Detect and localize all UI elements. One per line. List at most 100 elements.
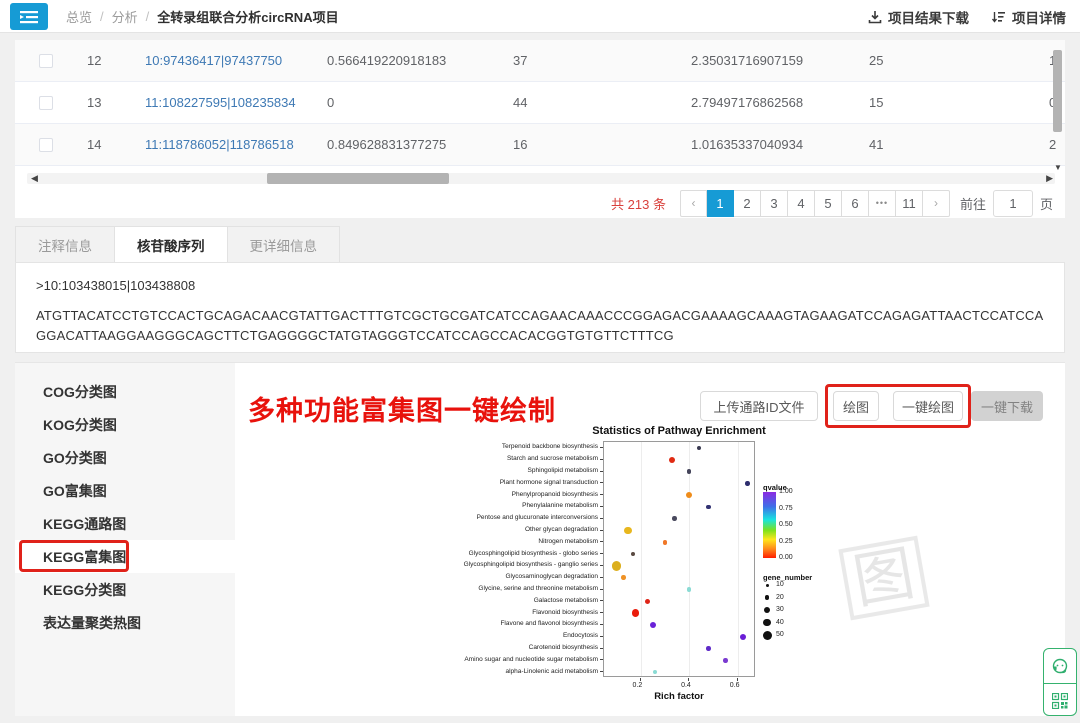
project-results-download-button[interactable]: 项目结果下载 bbox=[868, 7, 969, 27]
y-axis-label: Glycosaminoglycan degradation bbox=[430, 573, 598, 580]
y-axis-tick bbox=[600, 612, 603, 613]
horizontal-scrollbar[interactable]: ◀ ▶ bbox=[27, 173, 1055, 184]
prev-page-button[interactable]: ‹ bbox=[680, 190, 707, 217]
app-screen: 总览 / 分析 / 全转录组联合分析circRNA项目 项目结果下载 bbox=[0, 0, 1080, 723]
sidebar-item-label: COG分类图 bbox=[43, 382, 117, 402]
x-tick-label: 0.6 bbox=[730, 682, 740, 689]
gene-number-legend-label: 10 bbox=[776, 581, 784, 588]
fasta-sequence: ATGTTACATCCTGTCCACTGCAGACAACGTATTGACTTTG… bbox=[36, 306, 1044, 346]
y-axis-label: Nitrogen metabolism bbox=[430, 538, 598, 545]
value-cell: 2.79497176862568 bbox=[681, 95, 859, 110]
data-point bbox=[706, 505, 711, 510]
count-cell: 44 bbox=[503, 95, 681, 110]
data-point bbox=[687, 587, 692, 592]
position-cell: 11:118786052|118786518 bbox=[135, 137, 317, 152]
data-point bbox=[723, 658, 728, 663]
breadcrumb-analysis[interactable]: 分析 bbox=[112, 7, 138, 26]
vertical-scrollbar[interactable]: ▼ bbox=[1053, 44, 1062, 166]
position-link[interactable]: 11:108227595|108235834 bbox=[145, 95, 296, 110]
page-button[interactable]: 11 bbox=[896, 190, 923, 217]
headset-icon bbox=[1051, 657, 1069, 675]
position-link[interactable]: 10:97436417|97437750 bbox=[145, 53, 282, 68]
pagination-pages: ‹123456•••11› bbox=[680, 190, 950, 217]
next-page-button[interactable]: › bbox=[923, 190, 950, 217]
qr-code-button[interactable] bbox=[1044, 683, 1076, 716]
scroll-down-arrow[interactable]: ▼ bbox=[1054, 163, 1062, 172]
count-cell: 41 bbox=[859, 137, 1045, 152]
breadcrumb-overview[interactable]: 总览 bbox=[66, 7, 92, 26]
page-button[interactable]: 5 bbox=[815, 190, 842, 217]
qvalue-tick-label: 1.00 bbox=[779, 488, 793, 495]
scroll-right-arrow[interactable]: ▶ bbox=[1046, 173, 1053, 184]
tab-inactive[interactable]: 更详细信息 bbox=[228, 226, 341, 263]
row-checkbox-cell bbox=[15, 96, 77, 110]
collapse-menu-button[interactable] bbox=[10, 3, 48, 30]
data-point bbox=[632, 609, 640, 617]
page-unit-label: 页 bbox=[1040, 194, 1053, 213]
row-checkbox[interactable] bbox=[39, 138, 53, 152]
vertical-scrollbar-thumb[interactable] bbox=[1053, 50, 1062, 132]
horizontal-scrollbar-thumb[interactable] bbox=[267, 173, 449, 184]
sidebar-item[interactable]: GO富集图 bbox=[15, 474, 235, 507]
row-checkbox[interactable] bbox=[39, 96, 53, 110]
y-axis-tick bbox=[600, 553, 603, 554]
scroll-left-arrow[interactable]: ◀ bbox=[31, 173, 38, 184]
data-point bbox=[663, 540, 668, 545]
page-button[interactable]: 6 bbox=[842, 190, 869, 217]
breadcrumb: 总览 / 分析 / 全转录组联合分析circRNA项目 bbox=[66, 0, 339, 33]
y-axis-tick bbox=[600, 482, 603, 483]
one-click-download-button[interactable]: 一键下载 bbox=[971, 391, 1043, 421]
data-point bbox=[624, 527, 632, 535]
y-axis-tick bbox=[600, 541, 603, 542]
y-axis-tick bbox=[600, 565, 603, 566]
one-click-draw-button[interactable]: 一键绘图 bbox=[893, 391, 963, 421]
y-axis-tick bbox=[600, 671, 603, 672]
y-axis-tick bbox=[600, 589, 603, 590]
sidebar-item-label: KEGG富集图 bbox=[43, 547, 126, 567]
upload-pathway-id-button[interactable]: 上传通路ID文件 bbox=[700, 391, 818, 421]
y-axis-label: Glycine, serine and threonine metabolism bbox=[430, 585, 598, 592]
y-axis-tick bbox=[600, 518, 603, 519]
breadcrumb-current-project: 全转录组联合分析circRNA项目 bbox=[157, 7, 338, 26]
draw-button[interactable]: 绘图 bbox=[833, 391, 879, 421]
y-axis-label: Flavone and flavonol biosynthesis bbox=[430, 620, 598, 627]
sidebar-item[interactable]: 表达量聚类热图 bbox=[15, 606, 235, 639]
gene-number-legend-title: gene_number bbox=[763, 573, 812, 582]
gene-number-legend-dot bbox=[766, 584, 769, 587]
row-index: 14 bbox=[77, 137, 135, 152]
page-button[interactable]: 3 bbox=[761, 190, 788, 217]
value-cell: 0.849628831377275 bbox=[317, 137, 503, 152]
download-icon bbox=[868, 10, 882, 24]
sidebar-item[interactable]: KEGG富集图 bbox=[15, 540, 235, 573]
pagination-goto: 前往 页 bbox=[960, 190, 1053, 217]
sidebar-item[interactable]: GO分类图 bbox=[15, 441, 235, 474]
data-point bbox=[687, 469, 692, 474]
y-axis-label: Phenylalanine metabolism bbox=[430, 502, 598, 509]
sequence-panel: >10:103438015|103438808 ATGTTACATCCTGTCC… bbox=[15, 262, 1065, 353]
sidebar-item-label: KOG分类图 bbox=[43, 415, 117, 435]
gene-number-legend-dot bbox=[765, 595, 770, 600]
project-details-button[interactable]: 项目详情 bbox=[991, 7, 1066, 27]
tab-inactive[interactable]: 注释信息 bbox=[15, 226, 115, 263]
sidebar-item-label: GO分类图 bbox=[43, 448, 107, 468]
x-axis-tick bbox=[640, 678, 641, 681]
y-axis-label: Glycosphingolipid biosynthesis - globo s… bbox=[430, 550, 598, 557]
tab-active[interactable]: 核苷酸序列 bbox=[115, 226, 228, 263]
page-button[interactable]: 2 bbox=[734, 190, 761, 217]
sidebar-item[interactable]: KOG分类图 bbox=[15, 408, 235, 441]
sidebar-item[interactable]: KEGG通路图 bbox=[15, 507, 235, 540]
pagination: 共 213 条 ‹123456•••11› 前往 页 bbox=[611, 188, 1053, 218]
page-button[interactable]: 1 bbox=[707, 190, 734, 217]
gene-number-legend-label: 50 bbox=[776, 631, 784, 638]
plot-content: 多种功能富集图一键绘制 上传通路ID文件 绘图 一键绘图 一键下载 Statis… bbox=[235, 363, 1065, 716]
position-link[interactable]: 11:118786052|118786518 bbox=[145, 137, 294, 152]
pagination-total: 共 213 条 bbox=[611, 194, 666, 213]
row-checkbox[interactable] bbox=[39, 54, 53, 68]
customer-service-button[interactable] bbox=[1044, 649, 1076, 683]
gene-number-legend-dot bbox=[763, 619, 771, 627]
y-axis-label: Glycosphingolipid biosynthesis - ganglio… bbox=[430, 561, 598, 568]
goto-page-input[interactable] bbox=[993, 190, 1033, 217]
sidebar-item[interactable]: COG分类图 bbox=[15, 375, 235, 408]
sidebar-item[interactable]: KEGG分类图 bbox=[15, 573, 235, 606]
page-button[interactable]: 4 bbox=[788, 190, 815, 217]
